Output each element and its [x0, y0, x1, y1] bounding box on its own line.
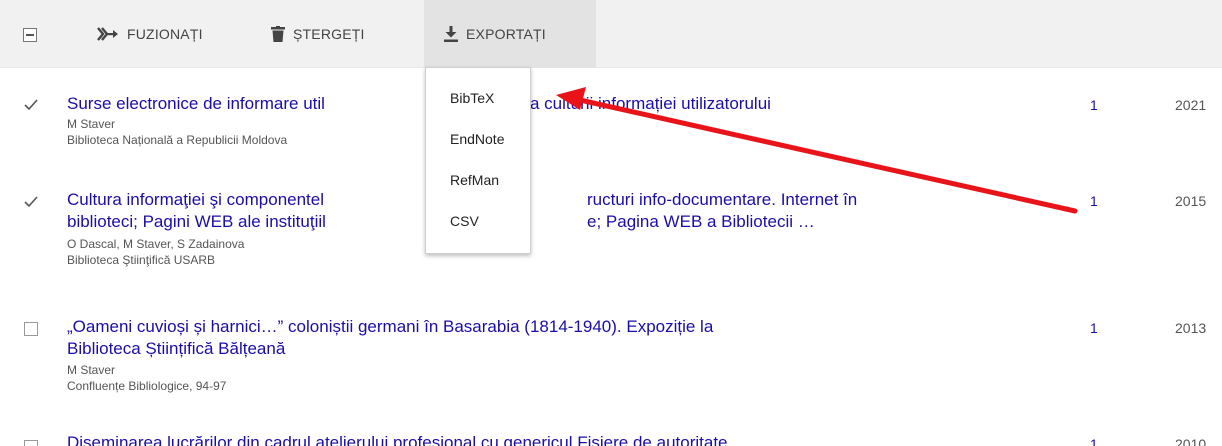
article-title-link[interactable]: „Oameni cuvioși și harnici…” coloniștii … [67, 316, 713, 338]
article-title-link[interactable]: Cultura informaţiei şi componentel [67, 189, 324, 211]
cited-by-count[interactable]: 1 [1090, 97, 1098, 113]
download-icon [444, 26, 458, 42]
article-year: 2021 [1175, 97, 1207, 113]
export-label: EXPORTAȚI [466, 26, 546, 42]
article-authors: M Staver [67, 363, 116, 377]
article-venue: Biblioteca Ştiinţifică USARB [67, 253, 216, 267]
article-checkbox[interactable] [24, 195, 38, 209]
article-title-link-line2[interactable]: biblioteci; Pagini WEB ale instituţiil [67, 211, 326, 233]
checkmark-icon [24, 196, 38, 208]
article-title-link-tail[interactable]: a culturii informației utilizatorului [530, 93, 771, 115]
merge-arrow-icon [97, 27, 118, 41]
merge-button[interactable]: FUZIONAȚI [97, 0, 203, 68]
export-format-menu: BibTeX EndNote RefMan CSV [425, 67, 531, 254]
export-endnote-item[interactable]: EndNote [450, 131, 504, 147]
export-refman-item[interactable]: RefMan [450, 172, 499, 188]
export-bibtex-item[interactable]: BibTeX [450, 90, 494, 106]
cited-by-count[interactable]: 1 [1090, 193, 1098, 209]
article-checkbox[interactable] [24, 98, 38, 112]
delete-button[interactable]: ȘTERGEȚI [271, 0, 365, 68]
article-venue: Confluențe Bibliologice, 94-97 [67, 379, 227, 393]
article-checkbox[interactable] [24, 322, 38, 336]
delete-label: ȘTERGEȚI [293, 26, 365, 42]
export-csv-item[interactable]: CSV [450, 213, 479, 229]
export-button[interactable]: EXPORTAȚI [424, 0, 596, 68]
checkmark-icon [24, 99, 38, 111]
merge-label: FUZIONAȚI [127, 26, 203, 42]
cited-by-count[interactable]: 1 [1090, 320, 1098, 336]
article-title-link[interactable]: Diseminarea lucrărilor din cadrul atelie… [67, 432, 728, 446]
article-checkbox[interactable] [24, 440, 38, 446]
action-toolbar: FUZIONAȚI ȘTERGEȚI EXPORTAȚI [0, 0, 1222, 68]
article-title-link-line2[interactable]: Biblioteca Științifică Bălțeană [67, 338, 285, 360]
article-year: 2015 [1175, 193, 1207, 209]
select-all-checkbox[interactable] [23, 28, 37, 42]
article-year: 2010 [1175, 436, 1207, 446]
trash-icon [271, 26, 285, 42]
cited-by-count[interactable]: 1 [1090, 436, 1098, 446]
article-title-link[interactable]: Surse electronice de informare util [67, 93, 325, 115]
article-title-link-line2-tail[interactable]: e; Pagina WEB a Bibliotecii … [587, 211, 815, 233]
article-title-link-tail[interactable]: ructuri info-documentare. Internet în [587, 189, 857, 211]
article-authors: O Dascal, M Staver, S Zadainova [67, 237, 245, 251]
article-venue: Biblioteca Națională a Republicii Moldov… [67, 133, 288, 147]
article-year: 2013 [1175, 320, 1207, 336]
article-authors: M Staver [67, 117, 116, 131]
